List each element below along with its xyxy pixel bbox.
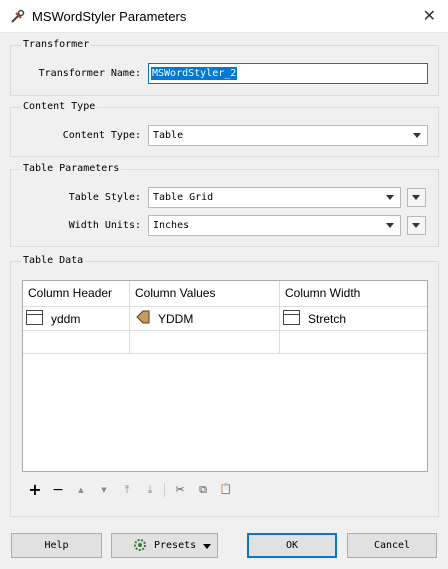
chevron-down-icon: [386, 223, 394, 228]
chevron-down-icon: [203, 544, 211, 549]
table-cell[interactable]: [23, 330, 130, 354]
group-title: Table Data: [21, 255, 86, 266]
title-bar: MSWordStyler Parameters ✕: [0, 0, 448, 33]
text-value-icon: [26, 310, 43, 325]
width-units-value: Inches: [153, 220, 190, 231]
table-cell[interactable]: [130, 330, 280, 354]
table-cell[interactable]: YDDM: [130, 306, 280, 330]
cell-text: YDDM: [158, 312, 194, 326]
toolbar-separator: [164, 483, 165, 497]
column-header[interactable]: Column Width: [280, 281, 427, 306]
move-to-bottom-button[interactable]: ⤓: [140, 480, 160, 500]
column-header[interactable]: Column Values: [130, 281, 280, 306]
width-units-label: Width Units:: [68, 220, 141, 231]
table-style-select[interactable]: Table Grid: [148, 187, 401, 208]
table-cell[interactable]: [280, 330, 427, 354]
transformer-name-value: MSWordStyler_2: [151, 67, 238, 80]
width-units-select[interactable]: Inches: [148, 215, 401, 236]
text-value-icon: [283, 310, 300, 325]
chevron-down-icon: [412, 195, 420, 200]
cell-text: Stretch: [308, 312, 347, 326]
table-cell[interactable]: yddm: [23, 306, 130, 330]
table-data-grid[interactable]: Column Header Column Values Column Width…: [22, 280, 428, 472]
table-style-label: Table Style:: [68, 192, 141, 203]
gear-icon: [134, 539, 146, 551]
table-style-value: Table Grid: [153, 192, 214, 203]
width-units-menu-button[interactable]: [407, 216, 426, 235]
content-type-label: Content Type:: [62, 130, 141, 141]
chevron-down-icon: [412, 223, 420, 228]
help-button[interactable]: Help: [11, 533, 102, 558]
close-icon[interactable]: ✕: [423, 6, 436, 25]
window-title: MSWordStyler Parameters: [32, 9, 187, 24]
content-type-value: Table: [153, 130, 184, 141]
column-header[interactable]: Column Header: [23, 281, 130, 306]
remove-row-button[interactable]: −: [48, 480, 68, 500]
chevron-down-icon: [413, 133, 421, 138]
move-up-button[interactable]: ▲: [71, 480, 91, 500]
move-down-button[interactable]: ▼: [94, 480, 114, 500]
chevron-down-icon: [386, 195, 394, 200]
table-style-menu-button[interactable]: [407, 188, 426, 207]
add-row-button[interactable]: +: [25, 480, 45, 500]
copy-button[interactable]: ⧉: [193, 480, 213, 500]
table-cell[interactable]: Stretch: [280, 306, 427, 330]
transformer-tools-icon: [11, 9, 25, 23]
attribute-value-icon: [136, 310, 150, 324]
cell-text: yddm: [51, 312, 81, 326]
presets-label: Presets: [154, 540, 197, 551]
paste-button[interactable]: 📋: [216, 480, 236, 500]
cut-button[interactable]: ✂: [170, 480, 190, 500]
ok-button[interactable]: OK: [247, 533, 337, 558]
transformer-name-label: Transformer Name:: [38, 68, 141, 79]
cancel-button[interactable]: Cancel: [347, 533, 437, 558]
transformer-name-input[interactable]: MSWordStyler_2: [148, 63, 428, 84]
group-title: Table Parameters: [21, 163, 122, 174]
presets-button[interactable]: Presets: [111, 533, 218, 558]
content-type-select[interactable]: Table: [148, 125, 428, 146]
group-title: Content Type: [21, 101, 98, 112]
move-to-top-button[interactable]: ⤒: [117, 480, 137, 500]
group-title: Transformer: [21, 39, 92, 50]
